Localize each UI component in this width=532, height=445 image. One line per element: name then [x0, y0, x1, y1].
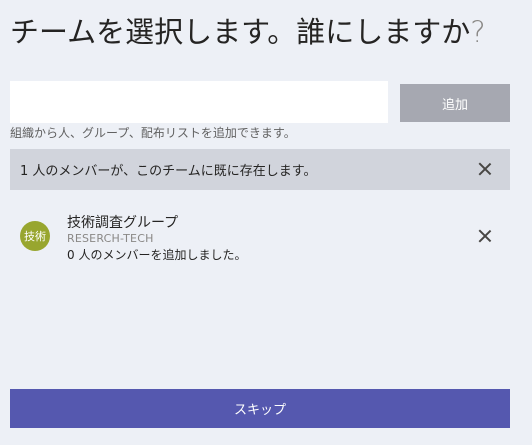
existing-member-notice: 1 人のメンバーが、このチームに既に存在します。 [10, 149, 510, 190]
notice-text: 1 人のメンバーが、このチームに既に存在します。 [20, 164, 317, 179]
search-hint: 組織から人、グループ、配布リストを追加できます。 [10, 126, 296, 140]
dialog-title: チームを選択します。誰にしますか? [10, 12, 486, 52]
skip-button[interactable]: スキップ [10, 389, 510, 428]
close-icon[interactable] [478, 162, 492, 176]
selected-group-item: 技術 技術調査グループ RESERCH-TECH 0 人のメンバーを追加しました… [10, 207, 510, 267]
remove-group-icon[interactable] [478, 229, 492, 243]
member-search-input[interactable] [10, 81, 388, 123]
group-alias: RESERCH-TECH [67, 232, 154, 245]
group-status: 0 人のメンバーを追加しました。 [67, 248, 247, 262]
dialog-title-text: チームを選択します。誰にしますか [10, 15, 471, 49]
add-button[interactable]: 追加 [400, 84, 510, 122]
group-name: 技術調査グループ [67, 215, 179, 231]
dialog-title-mark: ? [470, 15, 486, 49]
group-avatar: 技術 [20, 221, 50, 251]
